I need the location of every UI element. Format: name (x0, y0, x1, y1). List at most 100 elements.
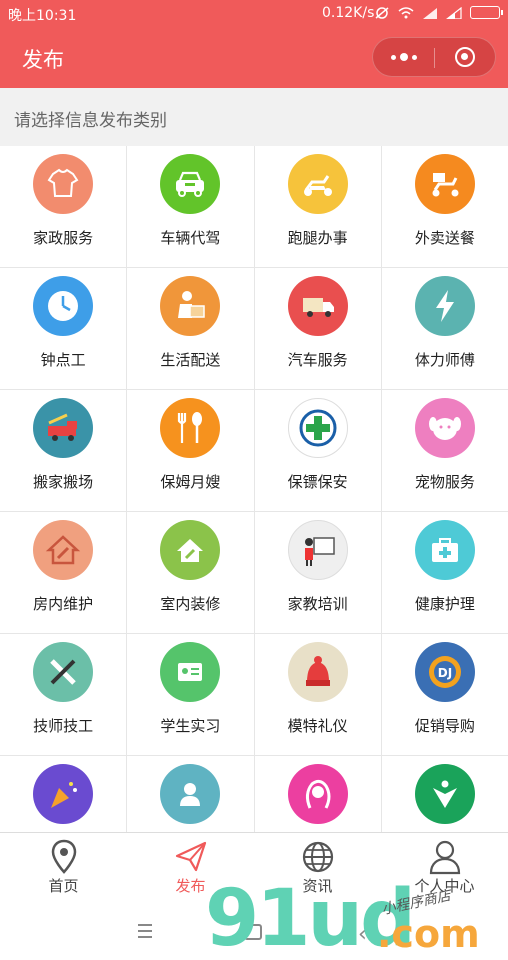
fork-spoon-icon (160, 398, 221, 458)
tab-label: 首页 (48, 877, 79, 895)
courier-icon (160, 276, 221, 336)
category-item[interactable]: 家政服务 (0, 146, 127, 267)
category-label: 搬家搬场 (33, 473, 94, 491)
people-tree-icon (414, 764, 475, 824)
category-item[interactable]: 宠物服务 (381, 390, 508, 511)
tshirt-icon (33, 154, 94, 214)
alarm-off-icon (375, 6, 389, 19)
category-label: 钟点工 (40, 351, 86, 369)
house-wrench-icon (33, 520, 94, 580)
category-item[interactable]: 跑腿办事 (254, 146, 381, 267)
user-icon (429, 840, 460, 875)
category-item[interactable]: 钟点工 (0, 268, 127, 389)
delivery-scooter-icon (414, 154, 475, 214)
category-label: 生活配送 (160, 351, 221, 369)
tab-news[interactable]: 资讯 (254, 833, 381, 904)
category-item[interactable] (127, 756, 254, 832)
svg-text:DJ: DJ (438, 666, 452, 680)
category-label: 跑腿办事 (287, 229, 348, 247)
category-item[interactable]: 技师技工 (0, 634, 127, 755)
home-square-icon[interactable] (244, 924, 262, 940)
category-label: 保镖保安 (287, 473, 348, 491)
knit-hat-icon (287, 642, 348, 702)
battery-icon (470, 6, 503, 19)
tab-label: 个人中心 (414, 877, 475, 895)
signal-icon (423, 7, 437, 19)
category-label: 房内维护 (33, 595, 94, 613)
category-item[interactable]: 保姆月嫂 (127, 390, 254, 511)
category-label: 宠物服务 (414, 473, 475, 491)
category-label: 车辆代驾 (160, 229, 221, 247)
menu-icon[interactable] (138, 924, 152, 942)
category-label: 汽车服务 (287, 351, 348, 369)
category-item[interactable]: 模特礼仪 (254, 634, 381, 755)
category-item[interactable] (254, 756, 381, 832)
category-item[interactable]: DJ 促销导购 (381, 634, 508, 755)
category-label: 健康护理 (414, 595, 475, 613)
status-time: 晚上10:31 (8, 8, 77, 24)
fire-truck-icon (33, 398, 94, 458)
paper-plane-icon (175, 841, 206, 872)
tab-profile[interactable]: 个人中心 (381, 833, 508, 904)
category-item[interactable] (0, 756, 127, 832)
dj-gear-icon: DJ (414, 642, 475, 702)
lightning-icon (414, 276, 475, 336)
location-pin-icon (51, 839, 76, 874)
house-brush-icon (160, 520, 221, 580)
category-item[interactable]: 房内维护 (0, 512, 127, 633)
category-label: 促销导购 (414, 717, 475, 735)
category-label: 外卖送餐 (414, 229, 475, 247)
tab-home[interactable]: 首页 (0, 833, 127, 904)
dog-face-icon (414, 398, 475, 458)
category-label: 技师技工 (33, 717, 94, 735)
category-grid: 家政服务 车辆代驾 跑腿办事 外卖送餐钟点工 生活配送 汽车服务 体力师傅搬家搬场 保姆月嫂 保… (0, 146, 508, 832)
id-badge-icon (160, 642, 221, 702)
category-label: 模特礼仪 (287, 717, 348, 735)
category-item[interactable]: 体力师傅 (381, 268, 508, 389)
truck-icon (287, 276, 348, 336)
miniprogram-capsule (372, 37, 496, 77)
category-item[interactable]: 外卖送餐 (381, 146, 508, 267)
network-speed: 0.12K/s (322, 5, 375, 21)
more-button[interactable] (373, 38, 434, 76)
close-miniprogram-button[interactable] (434, 38, 495, 76)
more-dots-icon (390, 53, 417, 61)
category-label: 体力师傅 (414, 351, 475, 369)
wifi-icon (398, 6, 414, 18)
globe-icon (302, 841, 333, 873)
category-label: 家教培训 (287, 595, 348, 613)
category-item[interactable]: 车辆代驾 (127, 146, 254, 267)
category-label: 保姆月嫂 (160, 473, 221, 491)
tab-label: 发布 (175, 877, 206, 895)
category-item[interactable]: 健康护理 (381, 512, 508, 633)
clock-icon (33, 276, 94, 336)
system-nav-bar: ‹ (0, 904, 508, 960)
category-item[interactable]: 学生实习 (127, 634, 254, 755)
category-item[interactable] (381, 756, 508, 832)
person-icon (160, 764, 221, 824)
category-item[interactable]: 搬家搬场 (0, 390, 127, 511)
nav-bar: 发布 (0, 28, 508, 88)
back-icon[interactable]: ‹ (358, 922, 367, 947)
signal-2-icon (446, 6, 462, 19)
category-item[interactable]: 生活配送 (127, 268, 254, 389)
tools-icon (33, 642, 94, 702)
medical-cross-icon (287, 398, 348, 458)
tab-label: 资讯 (302, 877, 333, 895)
tab-publish[interactable]: 发布 (127, 833, 254, 904)
status-icons (374, 6, 503, 19)
category-item[interactable]: 室内装修 (127, 512, 254, 633)
category-label: 室内装修 (160, 595, 221, 613)
category-label: 家政服务 (33, 229, 94, 247)
category-item[interactable]: 汽车服务 (254, 268, 381, 389)
scooter-icon (287, 154, 348, 214)
first-aid-icon (414, 520, 475, 580)
category-item[interactable]: 家教培训 (254, 512, 381, 633)
category-item[interactable]: 保镖保安 (254, 390, 381, 511)
target-icon (454, 47, 475, 67)
page-title: 发布 (22, 48, 64, 72)
teacher-board-icon (287, 520, 348, 580)
category-label: 学生实习 (160, 717, 221, 735)
party-popper-icon (33, 764, 94, 824)
category-hint: 请选择信息发布类别 (0, 88, 508, 146)
